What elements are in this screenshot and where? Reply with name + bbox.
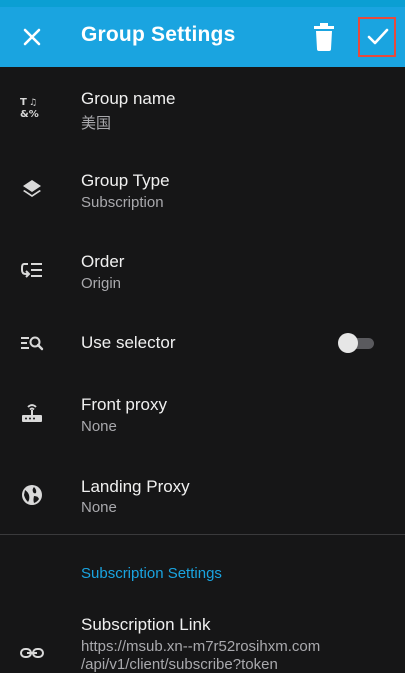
group-name-value: 美国: [81, 115, 112, 132]
order-value: Origin: [81, 275, 122, 292]
front-proxy-label: Front proxy: [81, 395, 167, 414]
status-bar: [0, 0, 405, 7]
subscription-link-row[interactable]: Subscription Link https://msub.xn--m7r52…: [0, 598, 405, 673]
order-label: Order: [81, 252, 125, 271]
subscription-link-value-2: /api/v1/client/subscribe?token: [81, 656, 278, 673]
trash-icon[interactable]: [311, 22, 337, 52]
group-type-value: Subscription: [81, 194, 164, 211]
page-title: Group Settings: [81, 23, 236, 46]
router-icon: [20, 401, 44, 425]
section-header: Subscription Settings: [81, 565, 222, 582]
link-icon: [20, 641, 44, 665]
toggle-thumb: [338, 333, 358, 353]
group-name-label: Group name: [81, 89, 176, 108]
translate-text-icon: T ♫ &%: [20, 95, 44, 120]
use-selector-toggle[interactable]: [338, 333, 376, 353]
front-proxy-value: None: [81, 418, 117, 435]
order-list-icon: [20, 258, 44, 282]
landing-proxy-row[interactable]: Landing Proxy None: [0, 453, 405, 534]
app-bar: Group Settings: [0, 7, 405, 67]
group-type-label: Group Type: [81, 171, 170, 190]
group-type-row[interactable]: Group Type Subscription: [0, 148, 405, 229]
landing-proxy-value: None: [81, 499, 117, 516]
landing-proxy-label: Landing Proxy: [81, 477, 190, 496]
front-proxy-row[interactable]: Front proxy None: [0, 372, 405, 453]
check-icon: [367, 28, 389, 45]
svg-text:♫: ♫: [29, 98, 37, 108]
svg-text:T: T: [20, 97, 27, 108]
list-search-icon: [20, 331, 44, 355]
svg-text:&%: &%: [20, 109, 39, 119]
close-icon[interactable]: [18, 23, 46, 51]
layers-icon: [20, 177, 44, 201]
order-row[interactable]: Order Origin: [0, 229, 405, 310]
subscription-link-value: https://msub.xn--m7r52rosihxm.com: [81, 638, 321, 655]
divider: [0, 534, 405, 535]
subscription-link-label: Subscription Link: [81, 615, 211, 634]
save-button[interactable]: [358, 17, 396, 57]
group-name-row[interactable]: T ♫ &% Group name 美国: [0, 67, 405, 148]
use-selector-label: Use selector: [81, 333, 176, 352]
globe-icon: [20, 483, 44, 507]
